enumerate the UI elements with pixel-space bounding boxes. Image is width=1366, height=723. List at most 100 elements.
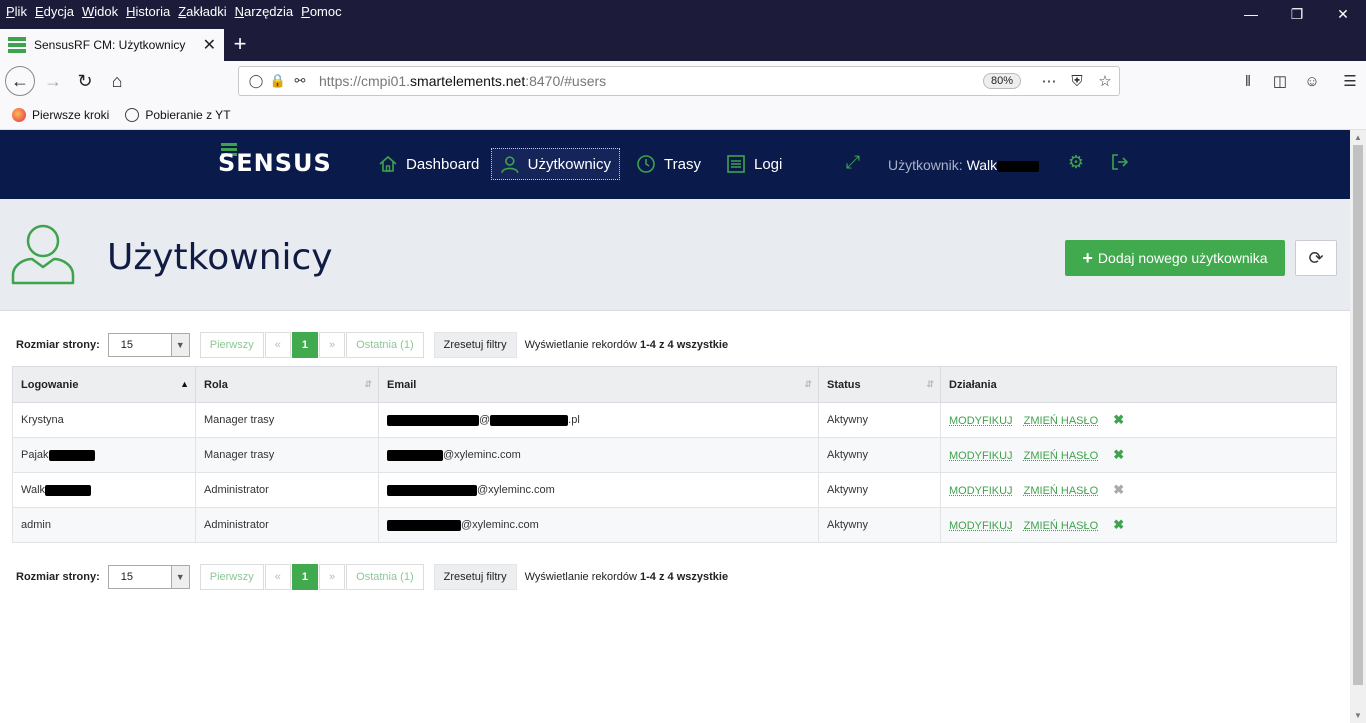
col-login[interactable]: Logowanie ▲ <box>12 366 196 403</box>
cell-status: Aktywny <box>818 472 941 508</box>
cell-email: @xyleminc.com <box>378 507 819 543</box>
logout-icon[interactable] <box>1108 150 1132 174</box>
pager-next[interactable]: » <box>319 564 346 590</box>
bookmark-yt-download[interactable]: Pobieranie z YT <box>125 108 231 122</box>
cell-role: Administrator <box>195 507 379 543</box>
delete-icon[interactable]: ✖ <box>1113 447 1124 462</box>
home-icon[interactable]: ⌂ <box>102 66 132 96</box>
modify-link[interactable]: MODYFIKUJ <box>949 450 1013 462</box>
menu-edit[interactable]: Edycja <box>35 4 74 19</box>
close-window-icon[interactable]: ✕ <box>1320 0 1366 28</box>
col-email[interactable]: Email ⇵ <box>378 366 819 403</box>
table-header-row: Logowanie ▲ Rola ⇵ Email ⇵ Status ⇵ Działani… <box>12 366 1337 403</box>
page-scrollbar[interactable]: ▲ ▼ <box>1350 130 1366 723</box>
browser-tab[interactable]: SensusRF CM: Użytkownicy ✕ <box>0 29 224 61</box>
library-icon[interactable]: ‖ <box>1232 73 1264 90</box>
nav-users[interactable]: Użytkownicy <box>491 148 620 180</box>
table-row: Walk Administrator @xyleminc.com Aktywny… <box>12 472 1337 508</box>
scrollbar-thumb[interactable] <box>1353 145 1363 685</box>
settings-gear-icon[interactable]: ⚙ <box>1064 150 1088 174</box>
user-icon <box>501 156 519 174</box>
chevron-down-icon: ▼ <box>170 334 189 356</box>
bookmark-star-icon[interactable]: ☆ <box>1091 72 1119 90</box>
plus-icon: + <box>1082 247 1093 268</box>
cell-login: Walk <box>12 472 196 508</box>
refresh-icon: ⟳ <box>1308 247 1324 268</box>
modify-link[interactable]: MODYFIKUJ <box>949 415 1013 427</box>
pager-page-1[interactable]: 1 <box>291 564 319 590</box>
users-table: Logowanie ▲ Rola ⇵ Email ⇵ Status ⇵ Działani… <box>12 366 1337 543</box>
delete-icon[interactable]: ✖ <box>1113 517 1124 532</box>
scroll-down-icon[interactable]: ▼ <box>1350 708 1366 723</box>
minimize-icon[interactable]: — <box>1228 0 1274 28</box>
pager-page-1[interactable]: 1 <box>291 332 319 358</box>
delete-disabled-icon: ✖ <box>1113 482 1125 497</box>
change-password-link[interactable]: ZMIEŃ HASŁO <box>1024 520 1099 532</box>
pager-last[interactable]: Ostatnia (1) <box>346 332 424 358</box>
col-status[interactable]: Status ⇵ <box>818 366 941 403</box>
scroll-up-icon[interactable]: ▲ <box>1350 130 1366 145</box>
sensus-logo[interactable]: SENSUS <box>218 143 338 177</box>
cell-email: @xyleminc.com <box>378 437 819 473</box>
page-size-select[interactable]: 15 ▼ <box>107 565 190 589</box>
change-password-link[interactable]: ZMIEŃ HASŁO <box>1024 450 1099 462</box>
cell-status: Aktywny <box>818 437 941 473</box>
restore-icon[interactable]: ❐ <box>1274 0 1320 28</box>
pager-next[interactable]: » <box>319 332 346 358</box>
nav-logs[interactable]: Logi <box>718 148 790 180</box>
menu-view[interactable]: Widok <box>82 4 118 19</box>
account-icon[interactable]: ☺ <box>1296 73 1328 90</box>
forward-arrow-icon[interactable]: → <box>38 66 68 96</box>
cell-login: Krystyna <box>12 402 196 438</box>
cell-actions: MODYFIKUJ ZMIEŃ HASŁO ✖ <box>940 437 1337 473</box>
change-password-link[interactable]: ZMIEŃ HASŁO <box>1024 485 1099 497</box>
reset-filters-button[interactable]: Zresetuj filtry <box>433 332 517 358</box>
menu-bookmarks[interactable]: Zakładki <box>178 4 226 19</box>
browser-titlebar: Plik Edycja Widok Historia Zakładki Narz… <box>0 0 1366 61</box>
pocket-icon[interactable]: ⛨ <box>1063 73 1091 90</box>
shield-icon[interactable]: ◯ <box>245 73 267 89</box>
delete-icon[interactable]: ✖ <box>1113 412 1124 427</box>
modify-link[interactable]: MODYFIKUJ <box>949 485 1013 497</box>
bookmark-first-steps[interactable]: Pierwsze kroki <box>12 108 109 122</box>
compress-icon[interactable]: ⤢ <box>841 150 865 174</box>
pager-last[interactable]: Ostatnia (1) <box>346 564 424 590</box>
more-icon[interactable]: ⋯ <box>1035 72 1063 90</box>
url-text[interactable]: https://cmpi01.smartelements.net:8470/#u… <box>319 73 983 89</box>
pager-bottom: Rozmiar strony: 15 ▼ Pierwszy « 1 » Osta… <box>16 564 728 590</box>
pager-prev[interactable]: « <box>264 564 291 590</box>
back-arrow-icon[interactable]: ← <box>5 66 35 96</box>
col-role[interactable]: Rola ⇵ <box>195 366 379 403</box>
add-user-button[interactable]: + Dodaj nowego użytkownika <box>1065 240 1285 276</box>
cell-login: admin <box>12 507 196 543</box>
clock-icon <box>637 155 655 173</box>
nav-routes[interactable]: Trasy <box>628 148 709 180</box>
pager-first[interactable]: Pierwszy <box>199 332 264 358</box>
reset-filters-button[interactable]: Zresetuj filtry <box>433 564 517 590</box>
page-size-select[interactable]: 15 ▼ <box>107 333 190 357</box>
menu-file[interactable]: Plik <box>6 4 27 19</box>
menu-tools[interactable]: Narzędzia <box>235 4 294 19</box>
cell-actions: MODYFIKUJ ZMIEŃ HASŁO ✖ <box>940 507 1337 543</box>
hamburger-menu-icon[interactable]: ☰ <box>1334 72 1366 90</box>
lock-icon[interactable]: 🔒 <box>267 73 289 89</box>
menu-bar: Plik Edycja Widok Historia Zakładki Narz… <box>0 0 344 22</box>
pager-first[interactable]: Pierwszy <box>199 564 264 590</box>
new-tab-icon[interactable]: + <box>230 31 250 57</box>
reload-icon[interactable]: ↻ <box>70 66 100 96</box>
sidebar-icon[interactable]: ◫ <box>1264 72 1296 90</box>
zoom-level[interactable]: 80% <box>982 73 1021 89</box>
change-password-link[interactable]: ZMIEŃ HASŁO <box>1024 415 1099 427</box>
refresh-button[interactable]: ⟳ <box>1295 240 1337 276</box>
menu-history[interactable]: Historia <box>126 4 170 19</box>
tab-close-icon[interactable]: ✕ <box>203 35 216 55</box>
pager-prev[interactable]: « <box>264 332 291 358</box>
key-icon[interactable]: ⚯ <box>289 73 311 89</box>
menu-help[interactable]: Pomoc <box>301 4 341 19</box>
nav-dashboard[interactable]: Dashboard <box>370 148 487 180</box>
address-bar[interactable]: ◯ 🔒 ⚯ https://cmpi01.smartelements.net:8… <box>238 66 1120 96</box>
modify-link[interactable]: MODYFIKUJ <box>949 520 1013 532</box>
globe-icon <box>125 108 140 122</box>
sort-icon: ⇵ <box>804 379 812 389</box>
cell-status: Aktywny <box>818 507 941 543</box>
